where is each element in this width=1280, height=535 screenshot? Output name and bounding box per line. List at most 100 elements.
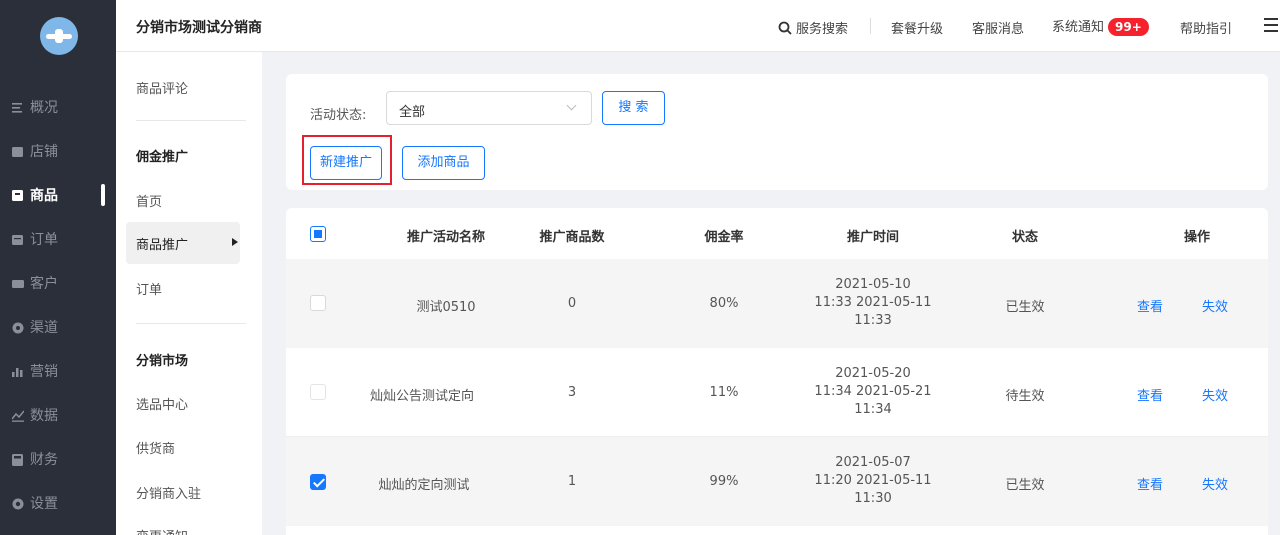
subnav-item-home[interactable]: 首页 [136,191,162,210]
cell-count: 0 [567,296,577,311]
table-header: 推广活动名称 推广商品数 佣金率 推广时间 状态 操作 [286,208,1268,258]
plan-upgrade-link[interactable]: 套餐升级 [891,18,943,37]
search-button[interactable]: 搜 索 [602,91,665,125]
subnav-item-order[interactable]: 订单 [136,279,162,298]
service-search-link[interactable]: 服务搜索 [778,18,848,37]
sidebar-item-label: 商品 [30,188,58,204]
order-icon [12,235,23,245]
active-indicator [101,184,105,206]
col-count: 推广商品数 [539,230,605,245]
cell-status: 待生效 [1005,389,1045,404]
sidebar-item-label: 数据 [30,408,58,424]
hamburger-menu-icon[interactable] [1264,18,1278,32]
disable-link[interactable]: 失效 [1202,385,1228,404]
vip-card-icon [12,280,24,288]
table-row: 灿灿的定向测试 1 99% 2021-05-07 11:20 2021-05-1… [286,437,1268,526]
subnav-item-promo[interactable]: 商品推广 [126,222,240,264]
col-time: 推广时间 [846,230,899,245]
time-line-3: 11:34 [854,402,892,417]
line-chart-icon [12,410,24,422]
status-select-value: 全部 [399,105,426,120]
row-checkbox[interactable] [310,295,326,311]
secondary-nav: 商品评论 佣金推广 首页 商品推广 订单 分销市场 选品中心 供货商 分销商入驻… [116,52,262,535]
sidebar-item-label: 渠道 [30,320,58,336]
search-icon [778,21,792,35]
channel-icon [12,322,24,334]
caret-right-icon [232,238,238,246]
sidebar-item-finance[interactable]: 财务 [0,448,116,472]
time-line-1: 2021-05-10 [835,277,911,292]
top-header: 分销市场测试分销商 服务搜索 套餐升级 客服消息 系统通知 99+ 帮助指引 [116,0,1280,52]
cell-name: 灿灿公告测试定向 [369,389,474,404]
cell-status: 已生效 [1005,300,1045,315]
system-notify-link[interactable]: 系统通知 99+ [1052,16,1149,36]
filter-panel: 活动状态: 全部 搜 索 新建推广 添加商品 [286,74,1268,190]
cell-count: 3 [567,385,577,400]
add-goods-button[interactable]: 添加商品 [402,146,485,180]
service-message-link[interactable]: 客服消息 [972,18,1024,37]
disable-link[interactable]: 失效 [1202,296,1228,315]
subnav-item-select-center[interactable]: 选品中心 [136,394,188,413]
cell-rate: 80% [709,296,739,311]
subnav-item-supplier[interactable]: 供货商 [136,438,175,457]
col-status: 状态 [1011,230,1038,245]
status-label: 活动状态: [310,108,367,123]
sidebar-item-marketing[interactable]: 营销 [0,360,116,384]
view-link[interactable]: 查看 [1137,385,1163,404]
sidebar-item-customer[interactable]: 客户 [0,272,116,296]
subnav-group-commission: 佣金推广 [136,150,189,165]
cell-status: 已生效 [1005,478,1045,493]
highlight-box [302,135,392,185]
select-all-checkbox[interactable] [310,226,326,242]
shop-name: 分销市场测试分销商 [136,20,262,36]
main-sidebar: 概况 店铺 商品 订单 客户 渠道 营销 数据 财务 设置 [0,0,116,535]
promotion-table: 推广活动名称 推广商品数 佣金率 推广时间 状态 操作 测试0510 0 80%… [286,208,1268,535]
cell-name: 灿灿的定向测试 [378,478,470,493]
cell-time: 2021-05-07 11:20 2021-05-11 11:30 [793,454,953,508]
cell-time: 2021-05-20 11:34 2021-05-21 11:34 [793,365,953,419]
time-line-2: 11:34 2021-05-21 [814,384,932,399]
system-notify-label: 系统通知 [1052,20,1105,35]
sidebar-item-label: 客户 [30,276,58,292]
subnav-group-market: 分销市场 [136,354,189,369]
sidebar-item-data[interactable]: 数据 [0,404,116,428]
service-search-label: 服务搜索 [796,22,849,37]
table-row: 灿灿公告测试定向 3 11% 2021-05-20 11:34 2021-05-… [286,348,1268,437]
time-line-2: 11:33 2021-05-11 [814,295,932,310]
sidebar-item-overview[interactable]: 概况 [0,96,116,120]
cell-rate: 99% [709,474,739,489]
sidebar-item-goods[interactable]: 商品 [0,184,116,208]
view-link[interactable]: 查看 [1137,474,1163,493]
subnav-item-review[interactable]: 商品评论 [136,78,188,97]
sidebar-item-order[interactable]: 订单 [0,228,116,252]
disable-link[interactable]: 失效 [1202,474,1228,493]
cell-count: 1 [567,474,577,489]
sidebar-item-label: 概况 [30,100,58,116]
store-icon [12,147,23,157]
sidebar-item-label: 店铺 [30,144,58,160]
cell-rate: 11% [709,385,739,400]
sidebar-item-channel[interactable]: 渠道 [0,316,116,340]
sidebar-item-store[interactable]: 店铺 [0,140,116,164]
subnav-item-join[interactable]: 分销商入驻 [136,483,201,502]
time-line-3: 11:30 [854,491,892,506]
col-rate: 佣金率 [704,230,744,245]
sidebar-item-label: 财务 [30,452,58,468]
sidebar-item-label: 设置 [30,496,58,512]
help-guide-link[interactable]: 帮助指引 [1180,18,1232,37]
subnav-divider [136,120,246,121]
calculator-icon [12,454,23,466]
shop-logo[interactable] [40,17,78,55]
sidebar-item-label: 营销 [30,364,58,380]
subnav-item-change[interactable]: 变更通知 [136,526,188,535]
time-line-1: 2021-05-07 [835,455,911,470]
chevron-down-icon [566,100,577,111]
header-divider [870,18,871,34]
col-action: 操作 [1183,230,1210,245]
status-select[interactable]: 全部 [386,91,592,125]
sidebar-item-label: 订单 [30,232,58,248]
sidebar-item-settings[interactable]: 设置 [0,492,116,516]
goods-icon [12,190,23,201]
bar-chart-icon [12,368,23,377]
view-link[interactable]: 查看 [1137,296,1163,315]
